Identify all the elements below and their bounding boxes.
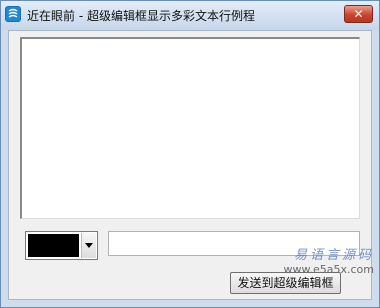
title-bar[interactable]: 近在眼前 - 超级编辑框显示多彩文本行例程 ✕ (1, 1, 379, 30)
app-window: 近在眼前 - 超级编辑框显示多彩文本行例程 ✕ 发送到超级编辑框 易语言源码 w… (0, 0, 380, 308)
super-edit-box[interactable] (20, 37, 360, 219)
window-title: 近在眼前 - 超级编辑框显示多彩文本行例程 (27, 9, 255, 23)
text-input[interactable] (108, 231, 360, 256)
app-icon (5, 6, 21, 22)
send-to-editor-button[interactable]: 发送到超级编辑框 (230, 272, 341, 294)
selected-color-swatch (28, 234, 79, 257)
close-button[interactable]: ✕ (344, 5, 373, 23)
combo-dropdown-button[interactable] (81, 233, 96, 258)
client-area: 发送到超级编辑框 (8, 30, 372, 300)
close-icon: ✕ (353, 7, 364, 21)
color-picker-combo[interactable] (25, 231, 98, 260)
